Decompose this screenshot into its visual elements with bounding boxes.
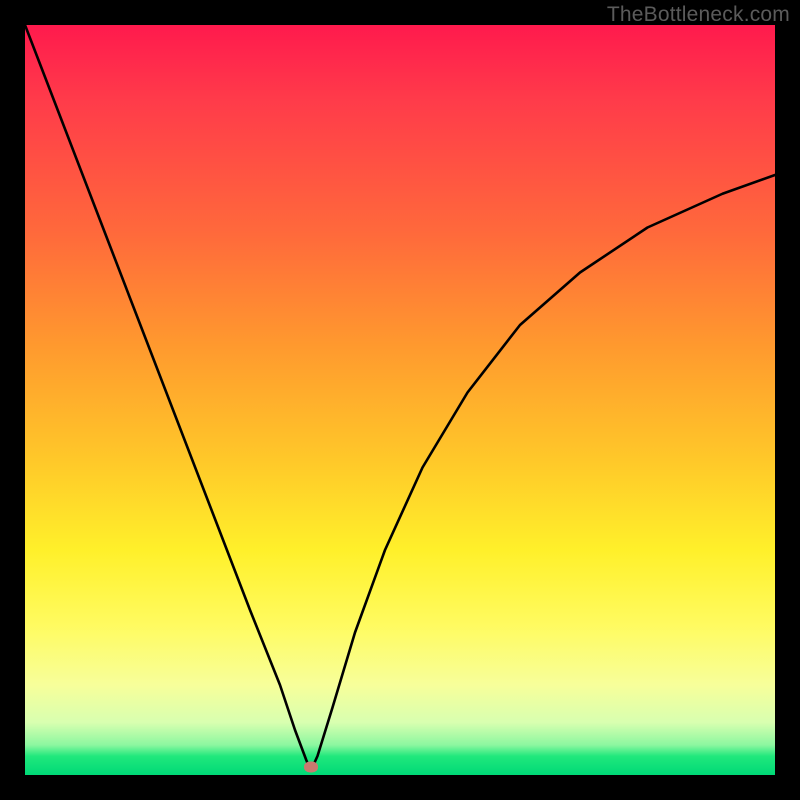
optimal-marker [304,762,318,773]
plot-area [25,25,775,775]
watermark-text: TheBottleneck.com [607,3,790,27]
chart-frame: TheBottleneck.com [0,0,800,800]
bottleneck-curve [25,25,775,775]
curve-path [25,25,775,771]
